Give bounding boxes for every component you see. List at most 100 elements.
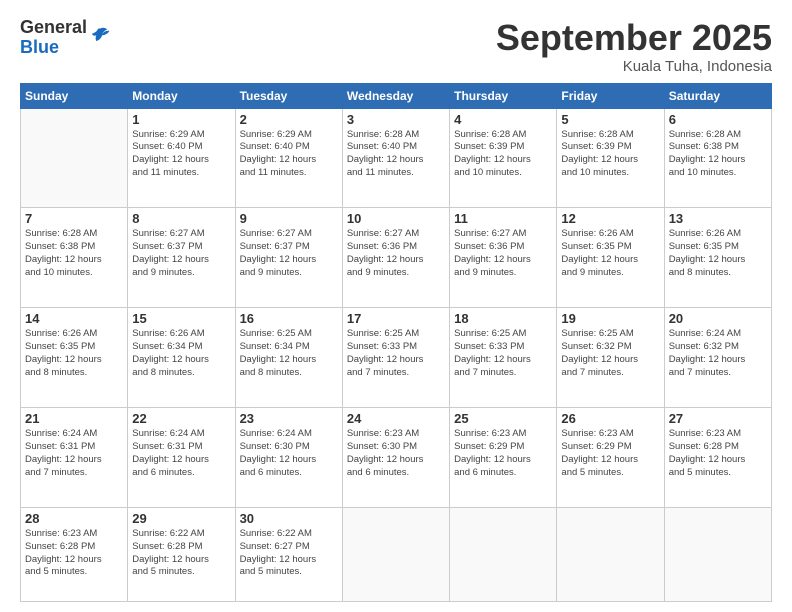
- calendar-cell: 24Sunrise: 6:23 AM Sunset: 6:30 PM Dayli…: [342, 408, 449, 508]
- day-number: 2: [240, 112, 338, 127]
- calendar-cell: [450, 508, 557, 602]
- day-info: Sunrise: 6:26 AM Sunset: 6:35 PM Dayligh…: [669, 228, 767, 279]
- day-info: Sunrise: 6:29 AM Sunset: 6:40 PM Dayligh…: [132, 129, 230, 180]
- day-number: 22: [132, 411, 230, 426]
- calendar-table: SundayMondayTuesdayWednesdayThursdayFrid…: [20, 83, 772, 602]
- day-info: Sunrise: 6:28 AM Sunset: 6:38 PM Dayligh…: [25, 228, 123, 279]
- calendar-cell: 5 Sunrise: 6:28 AM Sunset: 6:39 PM Daylig…: [557, 108, 664, 208]
- calendar-cell: [557, 508, 664, 602]
- calendar-cell: [342, 508, 449, 602]
- calendar-cell: 4 Sunrise: 6:28 AM Sunset: 6:39 PM Daylig…: [450, 108, 557, 208]
- calendar-cell: 23 Sunrise: 6:24 AM Sunset: 6:30 PM Dayli…: [235, 408, 342, 508]
- calendar-cell: 19 Sunrise: 6:25 AM Sunset: 6:32 PM Dayli…: [557, 308, 664, 408]
- day-number: 5: [561, 112, 659, 127]
- calendar-header-wednesday: Wednesday: [342, 83, 449, 108]
- calendar-week-row: 14 Sunrise: 6:26 AM Sunset: 6:35 PM Dayli…: [21, 308, 772, 408]
- calendar-cell: 18Sunrise: 6:25 AM Sunset: 6:33 PM Dayli…: [450, 308, 557, 408]
- calendar-cell: 16 Sunrise: 6:25 AM Sunset: 6:34 PM Dayli…: [235, 308, 342, 408]
- day-info: Sunrise: 6:22 AM Sunset: 6:28 PM Dayligh…: [132, 528, 230, 579]
- calendar-cell: 13 Sunrise: 6:26 AM Sunset: 6:35 PM Dayli…: [664, 208, 771, 308]
- calendar-header-monday: Monday: [128, 83, 235, 108]
- day-info: Sunrise: 6:27 AM Sunset: 6:37 PM Dayligh…: [240, 228, 338, 279]
- day-number: 17: [347, 311, 445, 326]
- calendar-cell: 12 Sunrise: 6:26 AM Sunset: 6:35 PM Dayli…: [557, 208, 664, 308]
- header: General Blue September 2025 Kuala Tuha, …: [20, 18, 772, 75]
- day-info: Sunrise: 6:26 AM Sunset: 6:35 PM Dayligh…: [25, 328, 123, 379]
- calendar-cell: 6 Sunrise: 6:28 AM Sunset: 6:38 PM Daylig…: [664, 108, 771, 208]
- day-info: Sunrise: 6:27 AM Sunset: 6:36 PM Dayligh…: [347, 228, 445, 279]
- day-number: 6: [669, 112, 767, 127]
- day-info: Sunrise: 6:22 AM Sunset: 6:27 PM Dayligh…: [240, 528, 338, 579]
- day-info: Sunrise: 6:28 AM Sunset: 6:38 PM Dayligh…: [669, 129, 767, 180]
- calendar-cell: 14 Sunrise: 6:26 AM Sunset: 6:35 PM Dayli…: [21, 308, 128, 408]
- calendar-cell: 2 Sunrise: 6:29 AM Sunset: 6:40 PM Daylig…: [235, 108, 342, 208]
- calendar-cell: 9Sunrise: 6:27 AM Sunset: 6:37 PM Daylig…: [235, 208, 342, 308]
- day-number: 8: [132, 211, 230, 226]
- calendar-cell: 17 Sunrise: 6:25 AM Sunset: 6:33 PM Dayli…: [342, 308, 449, 408]
- day-number: 21: [25, 411, 123, 426]
- day-number: 13: [669, 211, 767, 226]
- calendar-cell: 15Sunrise: 6:26 AM Sunset: 6:34 PM Dayli…: [128, 308, 235, 408]
- day-number: 12: [561, 211, 659, 226]
- day-number: 14: [25, 311, 123, 326]
- day-number: 30: [240, 511, 338, 526]
- day-number: 7: [25, 211, 123, 226]
- calendar-week-row: 21 Sunrise: 6:24 AM Sunset: 6:31 PM Dayli…: [21, 408, 772, 508]
- calendar-header-tuesday: Tuesday: [235, 83, 342, 108]
- day-info: Sunrise: 6:23 AM Sunset: 6:29 PM Dayligh…: [454, 428, 552, 479]
- logo-bird-icon: [89, 25, 111, 47]
- day-number: 10: [347, 211, 445, 226]
- day-number: 25: [454, 411, 552, 426]
- day-info: Sunrise: 6:28 AM Sunset: 6:39 PM Dayligh…: [561, 129, 659, 180]
- day-number: 16: [240, 311, 338, 326]
- calendar-cell: 11Sunrise: 6:27 AM Sunset: 6:36 PM Dayli…: [450, 208, 557, 308]
- day-info: Sunrise: 6:27 AM Sunset: 6:37 PM Dayligh…: [132, 228, 230, 279]
- calendar-cell: 20 Sunrise: 6:24 AM Sunset: 6:32 PM Dayli…: [664, 308, 771, 408]
- day-number: 19: [561, 311, 659, 326]
- calendar-cell: 10 Sunrise: 6:27 AM Sunset: 6:36 PM Dayli…: [342, 208, 449, 308]
- day-info: Sunrise: 6:28 AM Sunset: 6:40 PM Dayligh…: [347, 129, 445, 180]
- day-number: 23: [240, 411, 338, 426]
- day-number: 26: [561, 411, 659, 426]
- day-info: Sunrise: 6:29 AM Sunset: 6:40 PM Dayligh…: [240, 129, 338, 180]
- day-info: Sunrise: 6:24 AM Sunset: 6:30 PM Dayligh…: [240, 428, 338, 479]
- day-number: 15: [132, 311, 230, 326]
- calendar-cell: 26Sunrise: 6:23 AM Sunset: 6:29 PM Dayli…: [557, 408, 664, 508]
- logo-general: General: [20, 18, 87, 38]
- page: General Blue September 2025 Kuala Tuha, …: [0, 0, 792, 612]
- logo-blue: Blue: [20, 38, 87, 58]
- calendar-header-friday: Friday: [557, 83, 664, 108]
- day-number: 28: [25, 511, 123, 526]
- day-info: Sunrise: 6:24 AM Sunset: 6:32 PM Dayligh…: [669, 328, 767, 379]
- day-info: Sunrise: 6:25 AM Sunset: 6:34 PM Dayligh…: [240, 328, 338, 379]
- day-info: Sunrise: 6:27 AM Sunset: 6:36 PM Dayligh…: [454, 228, 552, 279]
- day-info: Sunrise: 6:25 AM Sunset: 6:32 PM Dayligh…: [561, 328, 659, 379]
- calendar-cell: 3Sunrise: 6:28 AM Sunset: 6:40 PM Daylig…: [342, 108, 449, 208]
- calendar-week-row: 7 Sunrise: 6:28 AM Sunset: 6:38 PM Daylig…: [21, 208, 772, 308]
- calendar-cell: 21 Sunrise: 6:24 AM Sunset: 6:31 PM Dayli…: [21, 408, 128, 508]
- calendar-cell: [21, 108, 128, 208]
- calendar-header-row: SundayMondayTuesdayWednesdayThursdayFrid…: [21, 83, 772, 108]
- calendar-cell: 29 Sunrise: 6:22 AM Sunset: 6:28 PM Dayli…: [128, 508, 235, 602]
- day-number: 4: [454, 112, 552, 127]
- calendar-cell: 1 Sunrise: 6:29 AM Sunset: 6:40 PM Daylig…: [128, 108, 235, 208]
- day-info: Sunrise: 6:28 AM Sunset: 6:39 PM Dayligh…: [454, 129, 552, 180]
- day-number: 27: [669, 411, 767, 426]
- calendar-week-row: 28Sunrise: 6:23 AM Sunset: 6:28 PM Dayli…: [21, 508, 772, 602]
- day-info: Sunrise: 6:24 AM Sunset: 6:31 PM Dayligh…: [25, 428, 123, 479]
- day-info: Sunrise: 6:25 AM Sunset: 6:33 PM Dayligh…: [347, 328, 445, 379]
- location: Kuala Tuha, Indonesia: [496, 58, 772, 75]
- month-title: September 2025: [496, 18, 772, 58]
- calendar-cell: 25 Sunrise: 6:23 AM Sunset: 6:29 PM Dayli…: [450, 408, 557, 508]
- day-info: Sunrise: 6:26 AM Sunset: 6:35 PM Dayligh…: [561, 228, 659, 279]
- calendar-week-row: 1 Sunrise: 6:29 AM Sunset: 6:40 PM Daylig…: [21, 108, 772, 208]
- calendar-cell: 28Sunrise: 6:23 AM Sunset: 6:28 PM Dayli…: [21, 508, 128, 602]
- calendar-cell: 22 Sunrise: 6:24 AM Sunset: 6:31 PM Dayli…: [128, 408, 235, 508]
- calendar-cell: [664, 508, 771, 602]
- day-info: Sunrise: 6:24 AM Sunset: 6:31 PM Dayligh…: [132, 428, 230, 479]
- calendar-header-saturday: Saturday: [664, 83, 771, 108]
- day-number: 20: [669, 311, 767, 326]
- day-number: 1: [132, 112, 230, 127]
- calendar-cell: 30 Sunrise: 6:22 AM Sunset: 6:27 PM Dayli…: [235, 508, 342, 602]
- day-number: 29: [132, 511, 230, 526]
